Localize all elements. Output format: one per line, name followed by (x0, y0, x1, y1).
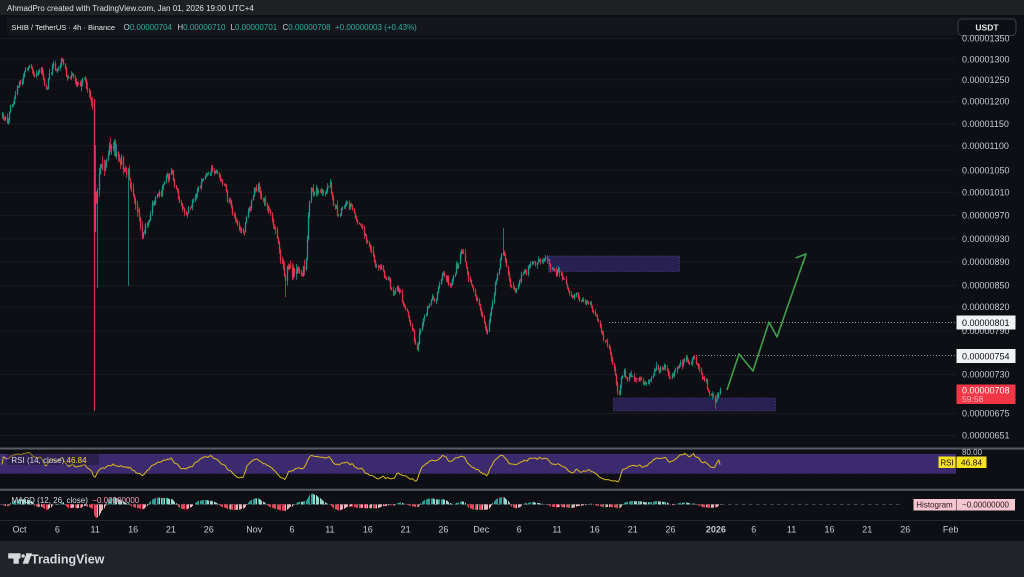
svg-text:Nov: Nov (246, 525, 263, 535)
svg-text:Feb: Feb (943, 525, 959, 535)
svg-text:6: 6 (289, 525, 294, 535)
svg-text:21: 21 (628, 525, 638, 535)
svg-text:16: 16 (590, 525, 600, 535)
svg-text:0.00001150: 0.00001150 (962, 119, 1009, 129)
svg-text:Histogram: Histogram (916, 501, 953, 510)
svg-text:0.00000970: 0.00000970 (962, 211, 1010, 221)
svg-text:−0.00000000: −0.00000000 (962, 501, 1009, 510)
svg-text:46.84: 46.84 (961, 457, 983, 467)
svg-text:0.00001200: 0.00001200 (962, 97, 1010, 107)
svg-text:Oct: Oct (12, 525, 27, 535)
svg-text:11: 11 (552, 525, 561, 535)
svg-text:11: 11 (325, 525, 334, 535)
svg-text:80.00: 80.00 (962, 448, 983, 457)
svg-text:0.00000754: 0.00000754 (962, 351, 1010, 361)
svg-text:0.00000820: 0.00000820 (962, 302, 1010, 312)
svg-text:21: 21 (862, 525, 872, 535)
svg-text:0.00001050: 0.00001050 (962, 165, 1010, 175)
svg-text:0.00000930: 0.00000930 (962, 234, 1010, 244)
svg-text:21: 21 (166, 525, 176, 535)
svg-text:L0.00000701: L0.00000701 (231, 23, 278, 32)
svg-text:0.00000850: 0.00000850 (962, 281, 1010, 291)
svg-text:0.00000890: 0.00000890 (962, 257, 1010, 267)
svg-text:Dec: Dec (473, 525, 490, 535)
svg-text:0.00000801: 0.00000801 (962, 318, 1010, 328)
svg-text:RSI (14, close) 46.84: RSI (14, close) 46.84 (11, 456, 87, 465)
svg-text:0.00001250: 0.00001250 (962, 75, 1010, 85)
svg-text:16: 16 (363, 525, 373, 535)
svg-text:16: 16 (128, 525, 138, 535)
svg-text:26: 26 (665, 525, 675, 535)
svg-text:6: 6 (751, 525, 756, 535)
svg-text:59:58: 59:58 (962, 394, 984, 404)
svg-text:USDT: USDT (975, 23, 999, 33)
svg-text:AhmadPro created with TradingV: AhmadPro created with TradingView.com, J… (7, 4, 254, 13)
svg-text:0.00001300: 0.00001300 (962, 55, 1010, 65)
svg-text:21: 21 (401, 525, 411, 535)
svg-text:11: 11 (787, 525, 796, 535)
svg-text:0.00000651: 0.00000651 (962, 431, 1010, 441)
svg-text:SHIB / TetherUS · 4h · Binance: SHIB / TetherUS · 4h · Binance (11, 23, 115, 32)
svg-text:6: 6 (55, 525, 60, 535)
svg-text:11: 11 (91, 525, 100, 535)
svg-text:0.00001100: 0.00001100 (962, 141, 1009, 151)
svg-text:TradingView: TradingView (31, 553, 105, 567)
svg-text:26: 26 (900, 525, 910, 535)
svg-text:2026: 2026 (706, 525, 726, 535)
svg-text:O0.00000704: O0.00000704 (124, 23, 173, 32)
svg-text:C0.00000708: C0.00000708 (283, 23, 332, 32)
svg-text:26: 26 (204, 525, 214, 535)
svg-text:0.00000730: 0.00000730 (962, 370, 1010, 380)
svg-text:H0.00000710: H0.00000710 (177, 23, 226, 32)
svg-text:16: 16 (824, 525, 834, 535)
svg-text:0.00000675: 0.00000675 (962, 409, 1010, 419)
svg-text:RSI: RSI (940, 458, 953, 467)
svg-text:26: 26 (438, 525, 448, 535)
svg-text:0.00001010: 0.00001010 (962, 188, 1010, 198)
svg-text:0.00001350: 0.00001350 (962, 34, 1010, 44)
svg-text:+0.00000003 (+0.43%): +0.00000003 (+0.43%) (335, 23, 417, 32)
svg-text:MACD (12, 26, close) −0.00000: MACD (12, 26, close) −0.00000000 (11, 496, 139, 505)
svg-text:6: 6 (517, 525, 522, 535)
